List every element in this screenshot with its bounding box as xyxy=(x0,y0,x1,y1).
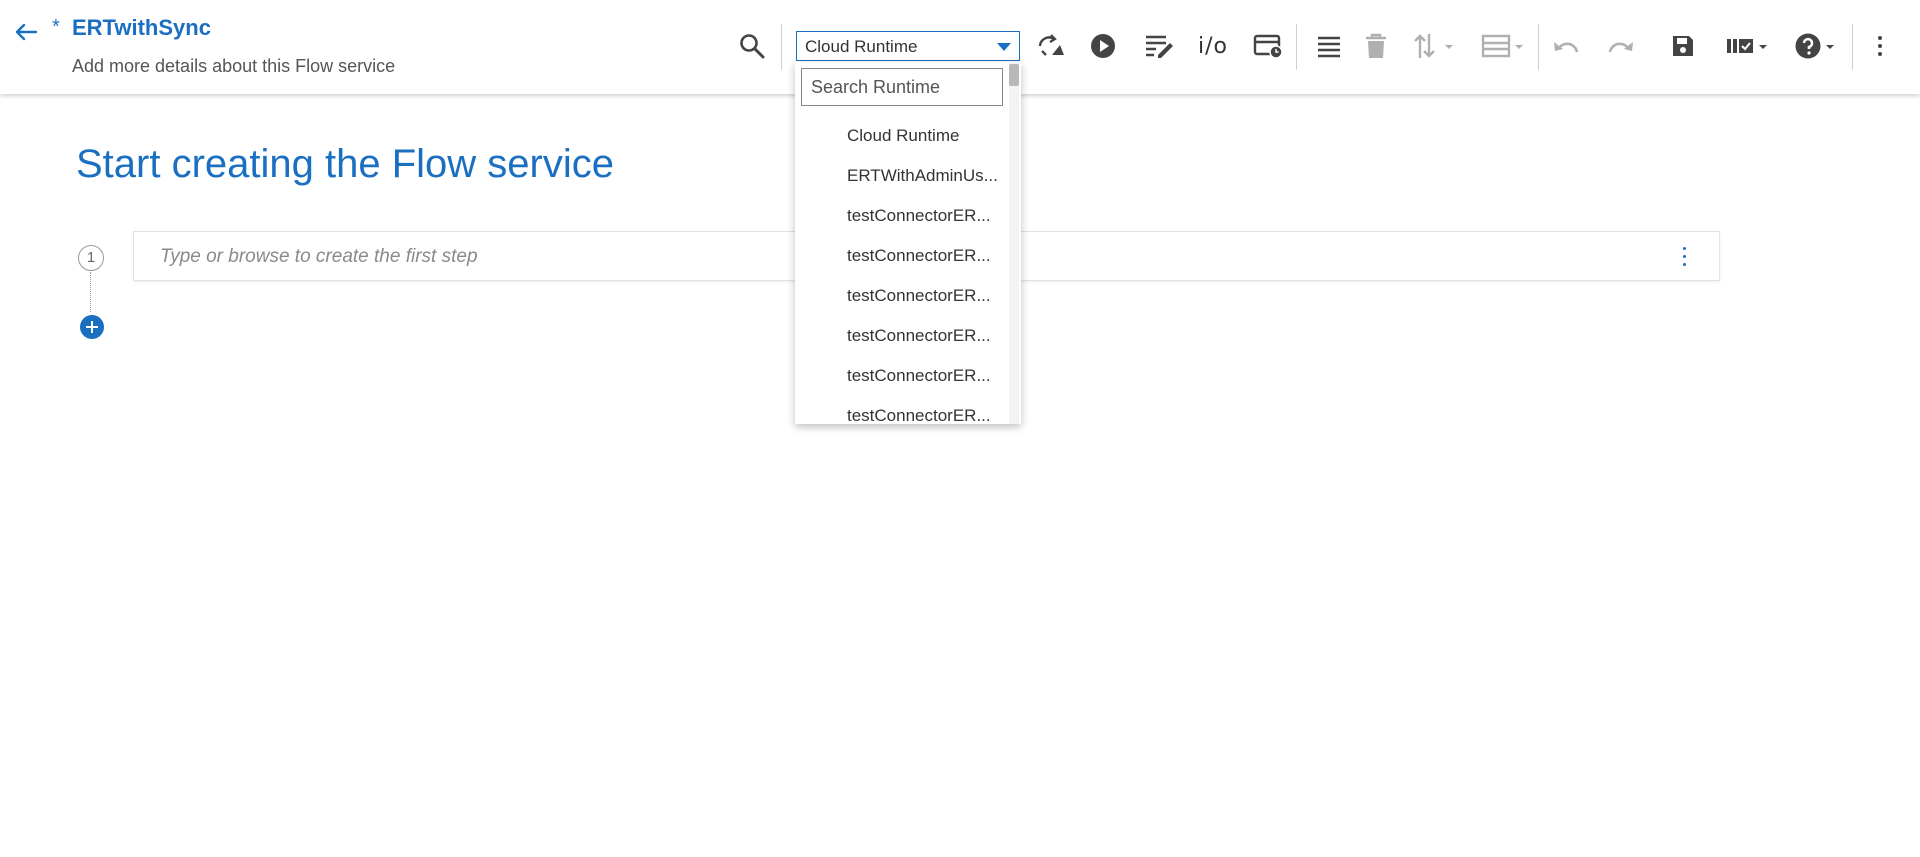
step-connector xyxy=(90,272,91,312)
debug-icon[interactable] xyxy=(1143,30,1175,62)
runtime-option[interactable]: testConnectorER... xyxy=(795,196,1007,236)
toolbar-separator xyxy=(1538,24,1539,70)
io-label: i/o xyxy=(1198,33,1228,59)
dot xyxy=(1683,255,1686,258)
add-step-icon[interactable] xyxy=(80,315,104,339)
input-output-icon[interactable]: i/o xyxy=(1195,30,1231,62)
save-icon[interactable] xyxy=(1668,30,1698,62)
flow-service-title[interactable]: ERTwithSync xyxy=(72,15,211,41)
dropdown-scrollbar[interactable] xyxy=(1009,62,1019,424)
flow-service-description[interactable]: Add more details about this Flow service xyxy=(72,56,395,77)
undo-icon[interactable] xyxy=(1551,30,1581,62)
help-icon[interactable] xyxy=(1794,30,1838,62)
runtime-option[interactable]: testConnectorER... xyxy=(795,356,1007,396)
list-view-icon[interactable] xyxy=(1314,30,1344,62)
toolbar-separator xyxy=(781,24,782,70)
runtime-dropdown: Cloud Runtime ERTWithAdminUs... testConn… xyxy=(795,62,1021,424)
runtime-list: Cloud Runtime ERTWithAdminUs... testConn… xyxy=(795,116,1007,424)
page-heading: Start creating the Flow service xyxy=(76,142,614,186)
runtime-option[interactable]: Cloud Runtime xyxy=(795,116,1007,156)
dot xyxy=(1683,263,1686,266)
schedule-icon[interactable] xyxy=(1252,30,1284,62)
search-runtime-input[interactable] xyxy=(801,68,1003,106)
redo-icon[interactable] xyxy=(1606,30,1636,62)
runtime-option[interactable]: testConnectorER... xyxy=(795,316,1007,356)
runtime-option[interactable]: testConnectorER... xyxy=(795,236,1007,276)
scrollbar-thumb[interactable] xyxy=(1009,64,1019,86)
search-icon[interactable] xyxy=(736,30,768,62)
more-options-icon[interactable] xyxy=(1872,30,1888,62)
step-number: 1 xyxy=(78,245,104,271)
runtime-option[interactable]: ERTWithAdminUs... xyxy=(795,156,1007,196)
back-arrow-icon[interactable] xyxy=(12,18,40,46)
move-step-icon[interactable] xyxy=(1412,30,1458,62)
dot xyxy=(1683,247,1686,250)
step-more-options-icon[interactable] xyxy=(1681,245,1689,269)
toolbar-separator xyxy=(1296,24,1297,70)
chevron-down-icon xyxy=(997,43,1011,51)
runtime-option[interactable]: testConnectorER... xyxy=(795,396,1007,424)
toolbar-separator xyxy=(1852,24,1853,70)
runtime-select-value: Cloud Runtime xyxy=(805,37,918,56)
sync-runtime-icon[interactable] xyxy=(1035,30,1067,62)
layout-icon[interactable] xyxy=(1480,30,1528,62)
runtime-option[interactable]: testConnectorER... xyxy=(795,276,1007,316)
view-options-icon[interactable] xyxy=(1724,30,1772,62)
runtime-select[interactable]: Cloud Runtime xyxy=(796,31,1020,61)
unsaved-indicator: * xyxy=(52,16,60,38)
delete-icon[interactable] xyxy=(1362,30,1390,62)
run-icon[interactable] xyxy=(1088,30,1118,62)
